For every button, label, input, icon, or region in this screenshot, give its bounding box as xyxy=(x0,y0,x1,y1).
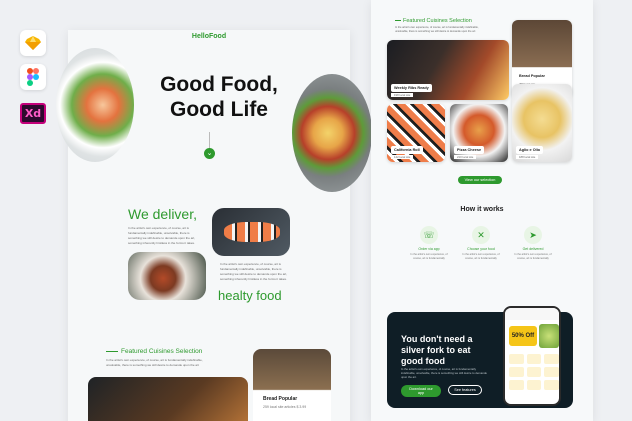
hero-title: Good Food, Good Life xyxy=(144,72,294,122)
figma-icon xyxy=(20,64,46,90)
category-tile[interactable] xyxy=(544,354,559,364)
category-tile[interactable] xyxy=(544,380,559,390)
card-aglio-olio[interactable]: Aglio e Olio 188 local site xyxy=(512,84,572,162)
pasta-plate-image xyxy=(292,74,372,192)
featured-paragraph-left: In the artist's own experience, of cours… xyxy=(106,358,203,367)
card-meta: 188 local site xyxy=(516,155,539,159)
promo-title: You don't need a silver fork to eat good… xyxy=(401,334,473,366)
bread-card-meta: 259 local site articles $ 3.99 xyxy=(263,405,307,409)
card-california-roll[interactable]: California Roll 142 local site xyxy=(387,104,445,162)
step-title: Choose your food xyxy=(467,247,495,251)
steak-image xyxy=(128,252,206,300)
fork-knife-icon: ✕ xyxy=(472,226,490,244)
card-label: Pizza Cheese xyxy=(454,146,485,154)
view-selection-button[interactable]: View our selection xyxy=(458,176,502,184)
card-meta: 142 local site xyxy=(391,155,414,159)
card-label: California Roll xyxy=(391,146,423,154)
category-tile[interactable] xyxy=(526,354,542,364)
step-delivery: ➤ Get delivered In the artist's own expe… xyxy=(513,226,553,260)
delivery-icon: ➤ xyxy=(524,226,542,244)
salad-thumbnail xyxy=(539,324,559,348)
scroll-down-button[interactable]: ⌄ xyxy=(204,148,215,159)
step-desc: In the artist's own experience, of cours… xyxy=(410,253,448,260)
adobe-xd-icon: Xd xyxy=(18,100,48,126)
card-label: Bread Popular xyxy=(516,72,548,80)
featured-paragraph-right: In the artist's own experience, of cours… xyxy=(395,26,479,33)
step-title: Order via app xyxy=(418,247,440,251)
step-order: ☏ Order via app In the artist's own expe… xyxy=(409,226,449,260)
category-tile[interactable] xyxy=(509,354,524,364)
landing-page-left: HelloFood Good Food, Good Life ⌄ We deli… xyxy=(56,30,372,421)
bread-card[interactable] xyxy=(253,349,331,421)
category-grid xyxy=(509,354,559,390)
step-title: Get delivered xyxy=(522,247,544,251)
phone-mockup: 50% Off xyxy=(503,306,561,406)
phone-status-bar xyxy=(505,308,559,320)
card-label: Weekly Ribs Ready xyxy=(391,84,432,92)
sketch-icon xyxy=(20,30,46,56)
card-meta: 210 local site xyxy=(454,155,477,159)
healty-paragraph: In the artist's own experience, of cours… xyxy=(220,262,288,281)
card-ribs[interactable]: Weekly Ribs Ready 198 local site xyxy=(387,40,509,100)
how-it-works-title: How it works xyxy=(460,206,504,213)
app-promo-banner: You don't need a silver fork to eat good… xyxy=(387,306,573,408)
salmon-salad-plate-image xyxy=(56,48,134,162)
offer-badge[interactable]: 50% Off xyxy=(509,326,537,346)
category-tile[interactable] xyxy=(526,380,542,390)
download-app-button[interactable]: Download our app xyxy=(401,385,441,397)
showcase-canvas: Xd HelloFood Good Food, Good Life ⌄ We d… xyxy=(0,0,632,421)
see-features-button[interactable]: See features xyxy=(448,385,482,395)
featured-title-left: Featured Cuisines Selection xyxy=(106,348,202,355)
deliver-paragraph: In the artist's own experience, of cours… xyxy=(128,226,196,245)
step-desc: In the artist's own experience, of cours… xyxy=(514,253,552,260)
category-tile[interactable] xyxy=(526,367,542,377)
ribs-card-image[interactable] xyxy=(88,377,248,421)
category-tile[interactable] xyxy=(509,367,524,377)
brand-logo[interactable]: HelloFood xyxy=(68,33,350,40)
category-tile[interactable] xyxy=(544,367,559,377)
hero-line-1: Good Food, xyxy=(160,73,278,96)
card-meta: 198 local site xyxy=(391,93,414,97)
card-label: Aglio e Olio xyxy=(516,146,544,154)
sushi-image xyxy=(212,208,290,256)
card-pizza[interactable]: Pizza Cheese 210 local site xyxy=(450,104,508,162)
featured-title-right: Featured Cuisines Selection xyxy=(395,18,472,24)
healty-heading: healty food xyxy=(218,288,282,303)
deliver-heading: We deliver, xyxy=(128,206,197,222)
xd-label: Xd xyxy=(19,102,47,124)
landing-page-right: Featured Cuisines Selection In the artis… xyxy=(371,0,593,421)
hero-line-2: Good Life xyxy=(170,98,268,121)
phone-icon: ☏ xyxy=(420,226,438,244)
step-choose: ✕ Choose your food In the artist's own e… xyxy=(461,226,501,260)
category-tile[interactable] xyxy=(509,380,524,390)
bread-card-label: Bread Popular xyxy=(263,396,298,402)
step-desc: In the artist's own experience, of cours… xyxy=(462,253,500,260)
promo-text: In the artist's own experience, of cours… xyxy=(401,367,487,379)
